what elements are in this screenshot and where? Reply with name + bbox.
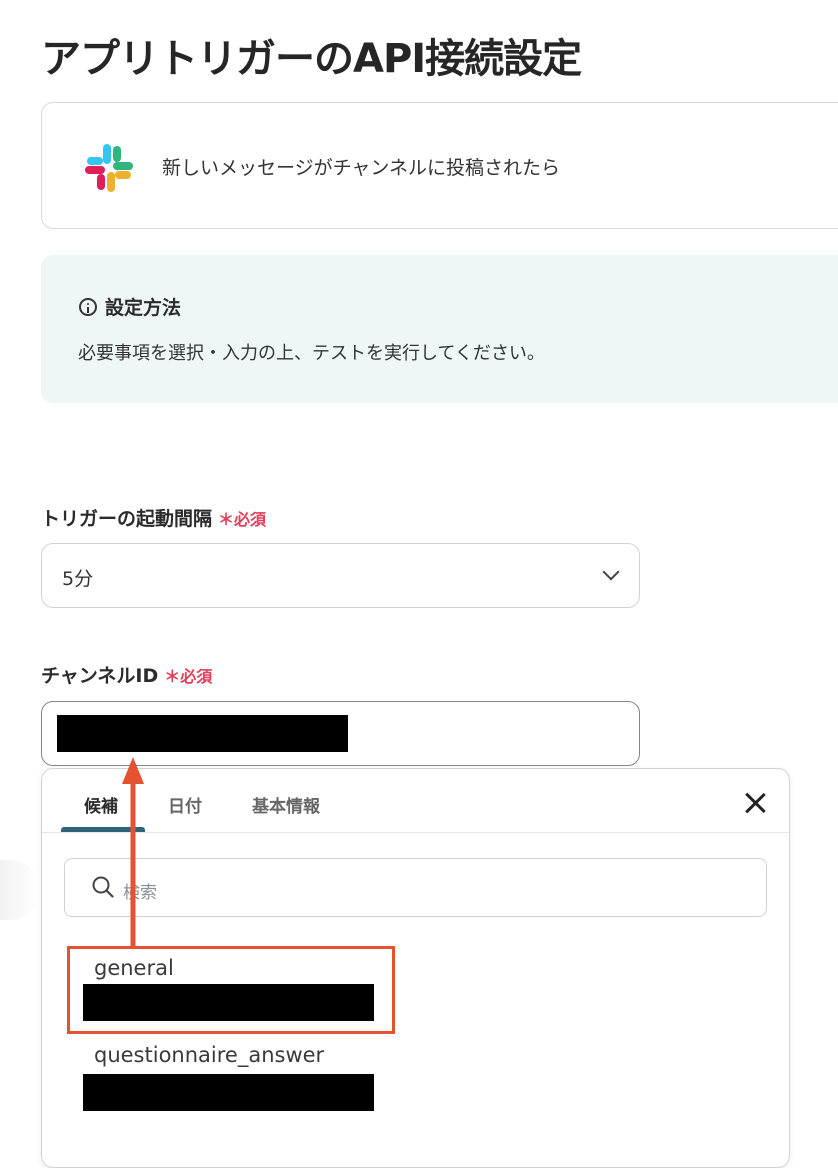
slack-icon (85, 144, 133, 192)
info-icon (79, 297, 97, 316)
background-shadow (0, 860, 40, 920)
trigger-label: 新しいメッセージがチャンネルに投稿されたら (162, 157, 561, 179)
annotation-arrow (122, 757, 144, 948)
search-icon (92, 876, 114, 898)
channel-label: チャンネルID ＊必須 (41, 665, 213, 687)
chevron-down-icon (602, 563, 620, 581)
redacted-value (83, 1074, 374, 1111)
option-name: questionnaire_answer (94, 1043, 325, 1067)
required-badge: ＊必須 (164, 667, 213, 686)
interval-select[interactable]: 5分 (41, 543, 640, 608)
search-input[interactable]: 検索 (64, 858, 767, 917)
tab-candidates[interactable]: 候補 (84, 792, 118, 817)
info-heading: 設定方法 (105, 297, 182, 319)
interval-label: トリガーの起動間隔 ＊必須 (41, 508, 267, 530)
redacted-value (57, 715, 348, 752)
interval-value: 5分 (62, 568, 94, 590)
tab-date[interactable]: 日付 (168, 792, 202, 817)
highlight-box (67, 946, 395, 1034)
close-icon[interactable] (743, 791, 767, 815)
tab-basic-info[interactable]: 基本情報 (252, 792, 320, 817)
page-title: アプリトリガーのAPI接続設定 (41, 36, 582, 82)
info-box: 設定方法 必要事項を選択・入力の上、テストを実行してください。 (41, 255, 838, 403)
tab-bar: 候補 日付 基本情報 (42, 769, 789, 833)
required-badge: ＊必須 (218, 510, 267, 529)
info-body: 必要事項を選択・入力の上、テストを実行してください。 (78, 343, 545, 364)
trigger-card: 新しいメッセージがチャンネルに投稿されたら (41, 102, 838, 229)
